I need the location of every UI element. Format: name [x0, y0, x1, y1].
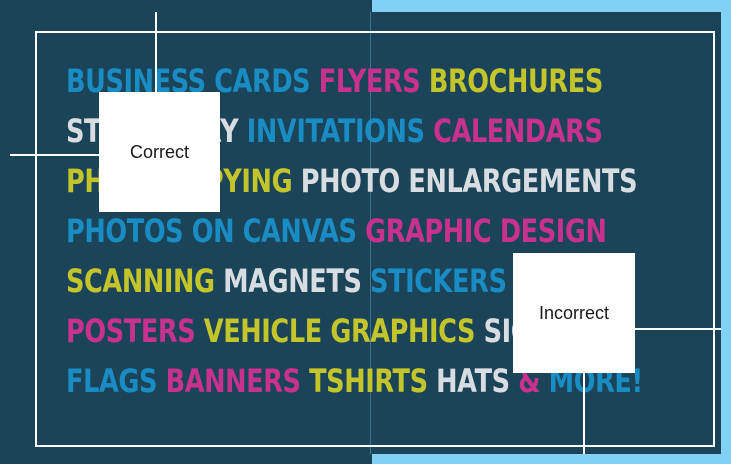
incorrect-label: Incorrect — [538, 302, 610, 323]
incorrect-label-box: Incorrect — [513, 253, 635, 373]
correct-label-box: Correct — [99, 92, 220, 212]
guide-line-bottom — [583, 372, 585, 454]
guide-line-top — [155, 12, 157, 92]
guide-line-left — [10, 154, 100, 156]
correct-label: Correct — [129, 141, 189, 162]
guide-line-right — [635, 328, 721, 330]
